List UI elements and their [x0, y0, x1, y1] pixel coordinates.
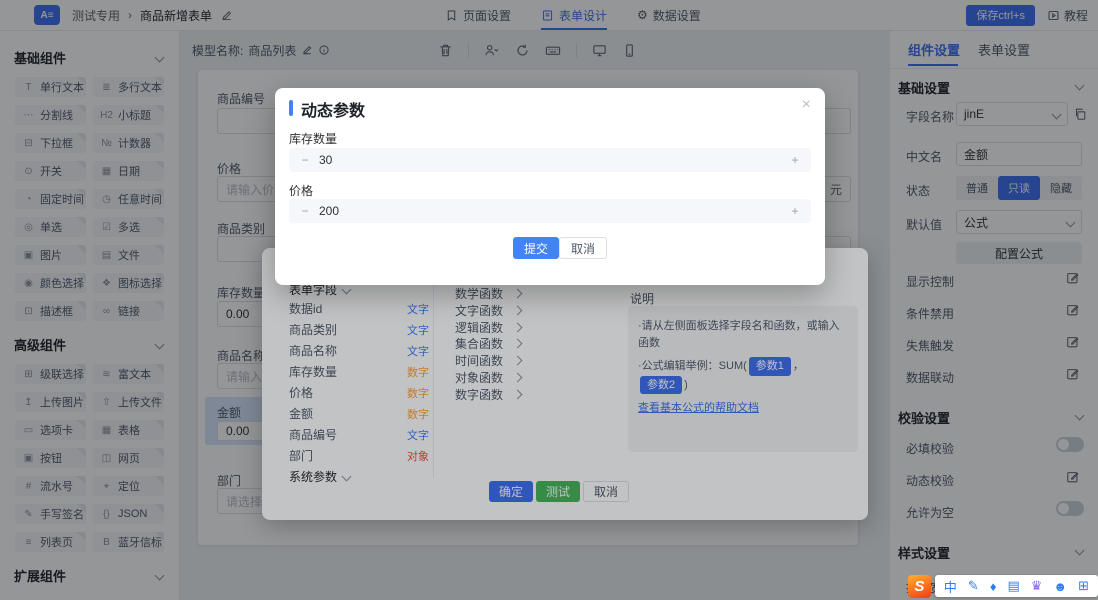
ime-tool-icon[interactable]: ▤ — [1007, 578, 1019, 594]
ime-tool-icon[interactable]: 中 — [944, 577, 957, 596]
app-screen: A≡ 测试专用 › 商品新增表单 页面设置 表单设计 ⚙ 数据设置 保存ctrl… — [0, 0, 1098, 600]
sogou-logo-icon[interactable]: S — [908, 575, 931, 598]
ime-taskbar: S 中 ✎ ♦ ▤ ♛ ☻ ⊞ — [908, 574, 1098, 598]
minus-button[interactable]: − — [299, 204, 311, 218]
ime-toolbar: 中 ✎ ♦ ▤ ♛ ☻ ⊞ — [935, 575, 1098, 597]
price-param-value[interactable]: 200 — [319, 204, 339, 218]
plus-button[interactable]: + — [789, 204, 801, 218]
price-param-label: 价格 — [289, 182, 313, 199]
ime-tool-icon[interactable]: ✎ — [968, 578, 979, 594]
cancel-button[interactable]: 取消 — [559, 237, 607, 259]
ime-tool-icon[interactable]: ⊞ — [1078, 578, 1089, 594]
submit-button[interactable]: 提交 — [513, 237, 559, 259]
ime-tool-icon[interactable]: ☻ — [1053, 579, 1067, 594]
plus-button[interactable]: + — [789, 153, 801, 167]
close-icon[interactable]: × — [802, 96, 811, 114]
stock-param-value[interactable]: 30 — [319, 153, 332, 167]
ime-tool-icon[interactable]: ♛ — [1031, 578, 1043, 594]
title-accent-bar — [289, 100, 293, 116]
stock-param-label: 库存数量 — [289, 130, 337, 147]
price-param-stepper: − 200 + — [289, 199, 811, 223]
ime-tool-icon[interactable]: ♦ — [990, 579, 997, 594]
stock-param-stepper: − 30 + — [289, 148, 811, 172]
minus-button[interactable]: − — [299, 153, 311, 167]
modal-title: 动态参数 — [301, 97, 365, 121]
dynamic-params-modal: 动态参数 × 库存数量 − 30 + 价格 − 200 + 提交 取消 — [275, 88, 825, 285]
